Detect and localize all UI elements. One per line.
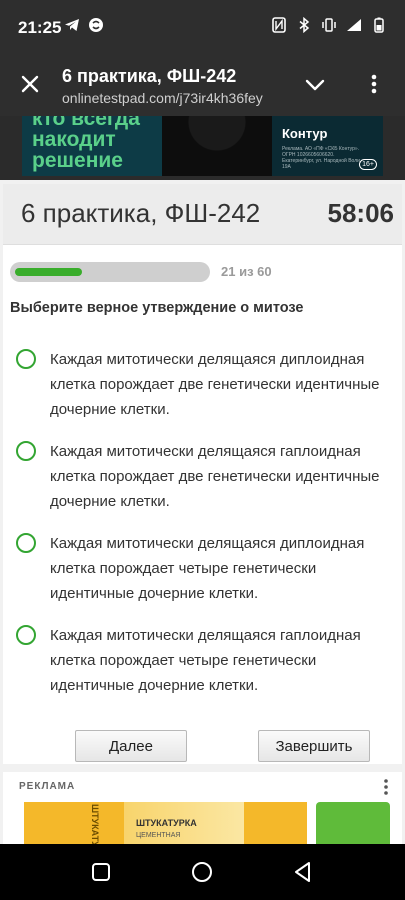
answer-option[interactable]: Каждая митотически делящаяся диплоидная … <box>13 531 393 606</box>
ad-product-sub: ЦЕМЕНТНАЯ <box>136 832 181 839</box>
close-icon <box>21 75 39 93</box>
radio-button[interactable] <box>16 625 36 645</box>
overflow-menu-button[interactable] <box>362 70 386 98</box>
home-icon <box>192 862 212 882</box>
nfc-icon <box>271 17 287 33</box>
next-button[interactable]: Далее <box>75 730 187 762</box>
answer-option[interactable]: Каждая митотически делящаяся гаплоидная … <box>13 623 393 698</box>
banner-fine-print: Реклама. АО «ПФ «СКБ Контур». ОГРН 10266… <box>282 146 362 170</box>
ad-vertical-text: ШТУКАТУРКА <box>90 804 100 844</box>
more-vertical-icon <box>371 74 377 94</box>
page-content: 6 практика, ФШ-242 58:06 21 из 60 Выбери… <box>0 180 405 844</box>
radio-button[interactable] <box>16 349 36 369</box>
expand-button[interactable] <box>302 72 328 98</box>
question-text: Выберите верное утверждение о митозе <box>10 300 304 316</box>
test-card: 6 практика, ФШ-242 58:06 21 из 60 Выбери… <box>3 184 402 764</box>
bluetooth-icon <box>296 17 312 33</box>
sync-icon <box>88 17 104 33</box>
ad-product-label: ШТУКАТУРКА <box>136 818 197 828</box>
browser-toolbar: 6 практика, ФШ-242 onlinetestpad.com/j73… <box>0 56 405 116</box>
system-nav-bar <box>0 844 405 900</box>
banner-person-image <box>162 116 272 176</box>
chevron-down-icon <box>305 79 325 91</box>
ad-label: РЕКЛАМА <box>19 781 76 792</box>
ad-options-button[interactable] <box>382 777 390 797</box>
status-bar: 21:25 <box>0 0 405 56</box>
answer-option-text: Каждая митотически делящаяся диплоидная … <box>50 351 380 418</box>
answer-option-text: Каждая митотически делящаяся гаплоидная … <box>50 443 380 510</box>
ad-secondary-image[interactable] <box>316 802 390 844</box>
answer-option-text: Каждая митотически делящаяся диплоидная … <box>50 535 365 602</box>
telegram-icon <box>64 17 80 33</box>
recent-apps-button[interactable] <box>89 860 113 884</box>
answer-option-text: Каждая митотически делящаяся гаплоидная … <box>50 627 361 694</box>
back-button[interactable] <box>291 860 315 884</box>
ad-product-image[interactable]: ШТУКАТУРКА ШТУКАТУРКА ЦЕМЕНТНАЯ <box>24 802 307 844</box>
page-title: 6 практика, ФШ-242 <box>62 66 237 86</box>
radio-button[interactable] <box>16 533 36 553</box>
back-icon <box>295 862 310 882</box>
countdown-timer: 58:06 <box>327 198 395 228</box>
progress-bar-fill <box>15 268 82 276</box>
vibrate-icon <box>321 17 337 33</box>
progress-bar <box>10 262 210 282</box>
banner-brand: Контур <box>282 126 328 141</box>
radio-button[interactable] <box>16 441 36 461</box>
age-rating-badge: 16+ <box>359 159 377 170</box>
ad-product-pack: ШТУКАТУРКА ЦЕМЕНТНАЯ <box>124 802 244 844</box>
test-header: 6 практика, ФШ-242 58:06 <box>3 184 402 245</box>
test-title: 6 практика, ФШ-242 <box>21 198 261 228</box>
recent-apps-icon <box>92 863 110 881</box>
more-vertical-icon <box>384 779 388 795</box>
finish-button[interactable]: Завершить <box>258 730 370 762</box>
answer-option[interactable]: Каждая митотически делящаяся гаплоидная … <box>13 439 393 514</box>
status-time: 21:25 <box>18 18 62 37</box>
page-url: onlinetestpad.com/j73ir4kh36fey <box>62 90 263 106</box>
answer-option[interactable]: Каждая митотически делящаяся диплоидная … <box>13 347 393 422</box>
banner-slogan: кто всегда накодит решение <box>32 116 140 172</box>
wifi-signal-icon <box>346 17 362 33</box>
top-ad-banner[interactable]: кто всегда накодит решение Контур Реклам… <box>22 116 383 176</box>
close-button[interactable] <box>16 70 44 98</box>
home-button[interactable] <box>190 860 214 884</box>
progress-text: 21 из 60 <box>221 264 272 279</box>
battery-icon <box>371 17 387 33</box>
bottom-ad: РЕКЛАМА ШТУКАТУРКА ШТУКАТУРКА ЦЕМЕНТНАЯ <box>3 772 402 844</box>
